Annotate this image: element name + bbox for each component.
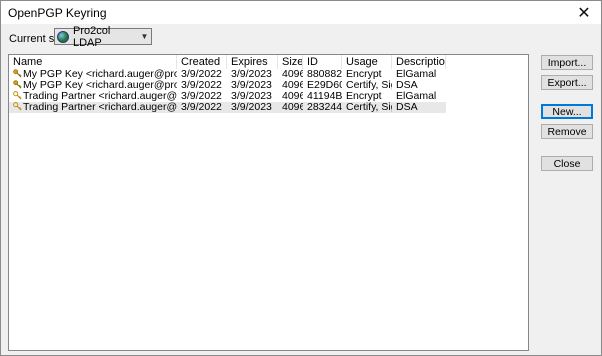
key-id: 41194BF8 (307, 91, 342, 102)
key-created: 3/9/2022 (181, 69, 222, 80)
new-button-label: New... (552, 105, 582, 118)
key-expires: 3/9/2023 (231, 91, 272, 102)
current-site-dropdown[interactable]: Pro2col LDAP ▼ (54, 25, 152, 49)
key-created: 3/9/2022 (181, 80, 222, 91)
column-header-id[interactable]: ID (303, 55, 342, 69)
key-expires: 3/9/2023 (231, 69, 272, 80)
key-usage: Certify, Sign (346, 102, 392, 113)
chevron-down-icon: ▼ (140, 32, 149, 41)
new-button[interactable]: New... (541, 104, 593, 119)
column-header-description[interactable]: Description (392, 55, 446, 69)
key-name: Trading Partner <richard.auger@pro2colgr… (23, 102, 177, 113)
key-size: 4096 (282, 102, 303, 113)
column-header-name[interactable]: Name (9, 55, 177, 69)
import-button-label: Import... (547, 56, 587, 69)
column-header-expires[interactable]: Expires (227, 55, 278, 69)
column-header-usage[interactable]: Usage (342, 55, 392, 69)
keyring-list[interactable]: Name Created Expires Size ID Usage Descr… (8, 54, 529, 351)
key-description: DSA (396, 80, 418, 91)
key-usage: Encrypt (346, 91, 382, 102)
key-row[interactable]: My PGP Key <richard.auger@pro2colgroup.c… (9, 80, 446, 91)
key-name: My PGP Key <richard.auger@pro2colgroup.c… (23, 69, 177, 80)
key-created: 3/9/2022 (181, 91, 222, 102)
import-button[interactable]: Import... (541, 55, 593, 70)
key-pair-icon (13, 69, 23, 80)
key-description: DSA (396, 102, 418, 113)
key-usage: Encrypt (346, 69, 382, 80)
openpgp-keyring-dialog: OpenPGP Keyring ✕ Current site: Pro2col … (0, 0, 602, 356)
key-size: 4096 (282, 91, 303, 102)
key-pair-icon (13, 80, 23, 91)
key-size: 4096 (282, 80, 303, 91)
key-name: My PGP Key <richard.auger@pro2colgroup.c… (23, 80, 177, 91)
key-description: ElGamal (396, 91, 437, 102)
key-id: 880882C3 (307, 69, 342, 80)
key-row[interactable]: Trading Partner <richard.auger@pro2colgr… (9, 91, 446, 102)
key-size: 4096 (282, 69, 303, 80)
export-button[interactable]: Export... (541, 75, 593, 90)
close-icon: ✕ (577, 4, 591, 22)
key-usage: Certify, Sign (346, 80, 392, 91)
close-button-label: Close (553, 157, 581, 170)
window-title: OpenPGP Keyring (8, 6, 107, 20)
export-button-label: Export... (547, 76, 587, 89)
key-created: 3/9/2022 (181, 102, 222, 113)
current-site-value: Pro2col LDAP (73, 24, 111, 49)
key-description: ElGamal (396, 69, 437, 80)
list-header: Name Created Expires Size ID Usage Descr… (9, 55, 446, 69)
column-header-created[interactable]: Created (177, 55, 227, 69)
close-button[interactable]: Close (541, 156, 593, 171)
key-expires: 3/9/2023 (231, 80, 272, 91)
column-header-size[interactable]: Size (278, 55, 303, 69)
key-expires: 3/9/2023 (231, 102, 272, 113)
key-row-selected[interactable]: Trading Partner <richard.auger@pro2colgr… (9, 102, 446, 113)
remove-button[interactable]: Remove (541, 124, 593, 139)
key-name: Trading Partner <richard.auger@pro2colgr… (23, 91, 177, 102)
public-key-icon (13, 91, 23, 102)
key-id: E29D60... (307, 80, 342, 91)
public-key-icon (13, 102, 23, 113)
key-rows: My PGP Key <richard.auger@pro2colgroup.c… (9, 69, 528, 113)
key-id: 283244C6 (307, 102, 342, 113)
key-row[interactable]: My PGP Key <richard.auger@pro2colgroup.c… (9, 69, 446, 80)
remove-button-label: Remove (547, 125, 587, 138)
globe-icon (57, 30, 69, 43)
title-bar[interactable]: OpenPGP Keyring ✕ (1, 1, 601, 24)
close-window-button[interactable]: ✕ (567, 1, 601, 24)
